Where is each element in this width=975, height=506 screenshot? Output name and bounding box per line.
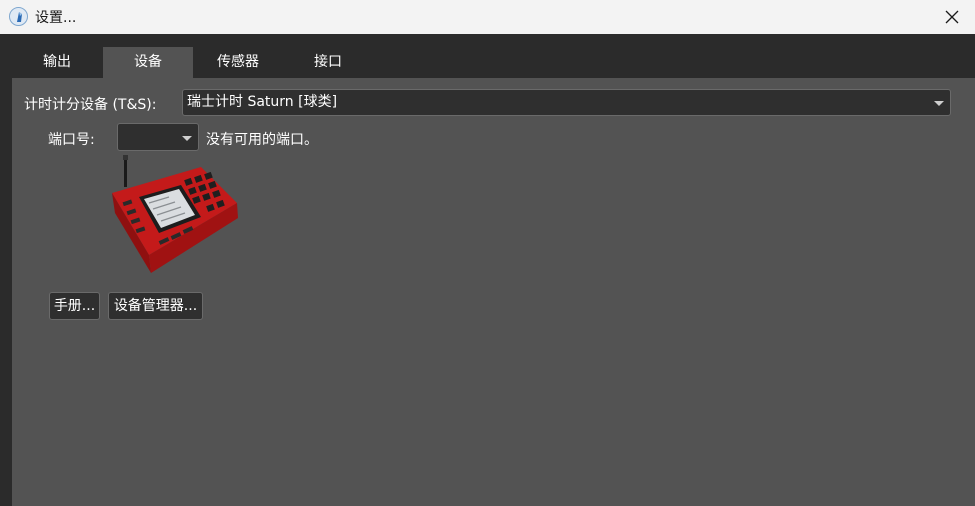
- device-settings-panel: 计时计分设备 (T&S): 瑞士计时 Saturn [球类] 端口号: 没有可用…: [12, 78, 975, 506]
- port-label: 端口号:: [48, 132, 95, 148]
- title-bar: 设置...: [0, 0, 975, 34]
- device-select[interactable]: 瑞士计时 Saturn [球类]: [182, 89, 951, 116]
- chevron-down-icon: [182, 136, 192, 141]
- tab-device[interactable]: 设备: [103, 47, 193, 78]
- close-button[interactable]: [929, 0, 975, 34]
- manual-button[interactable]: 手册...: [49, 292, 100, 320]
- close-icon: [945, 10, 959, 24]
- chevron-down-icon: [934, 101, 944, 106]
- tab-interface[interactable]: 接口: [283, 47, 373, 78]
- timing-console-device-image: [112, 155, 238, 273]
- app-icon: [9, 7, 28, 26]
- tab-sensor[interactable]: 传感器: [193, 47, 283, 78]
- device-label: 计时计分设备 (T&S):: [24, 97, 157, 113]
- window-title: 设置...: [35, 10, 77, 26]
- device-manager-button[interactable]: 设备管理器...: [108, 292, 203, 320]
- tab-output[interactable]: 输出: [12, 47, 102, 78]
- port-select[interactable]: [117, 123, 199, 151]
- device-select-value: 瑞士计时 Saturn [球类]: [187, 94, 338, 110]
- port-status-text: 没有可用的端口。: [206, 132, 318, 148]
